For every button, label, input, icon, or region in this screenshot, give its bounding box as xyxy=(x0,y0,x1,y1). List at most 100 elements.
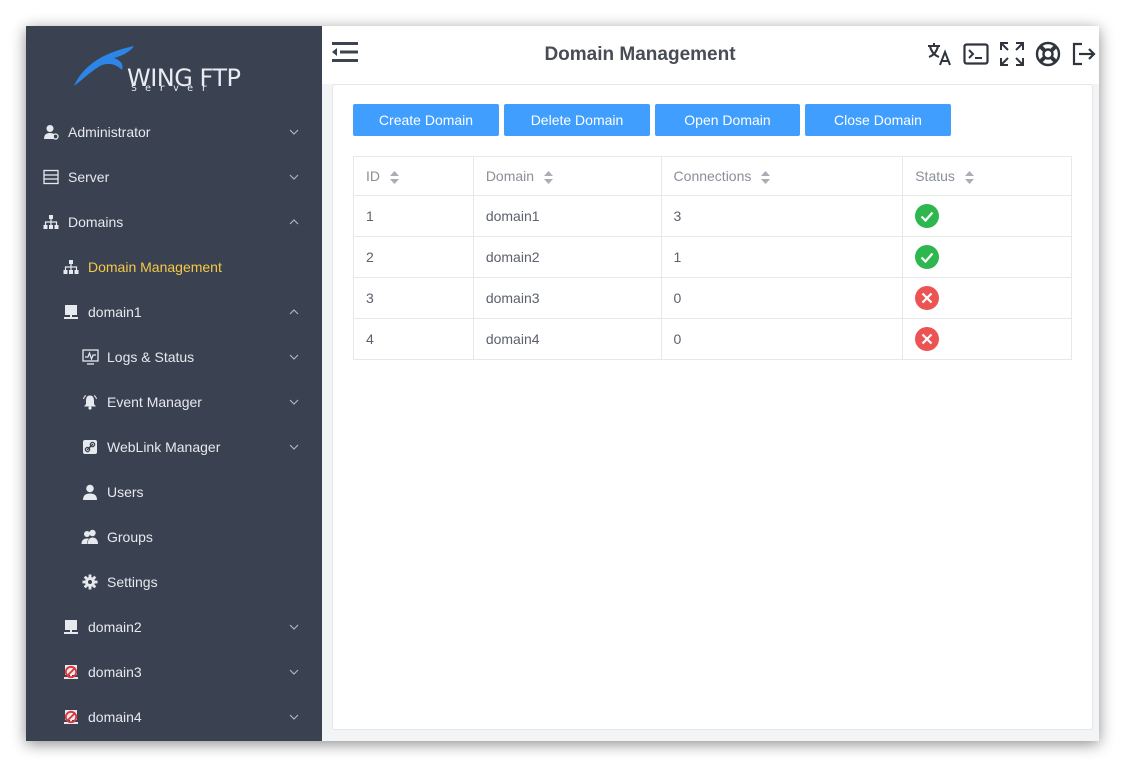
help-lifebuoy-icon[interactable] xyxy=(1030,39,1066,69)
user-icon xyxy=(81,483,99,501)
sidebar-item-label: Domain Management xyxy=(88,258,222,275)
sidebar-item-label: Logs & Status xyxy=(107,348,195,365)
console-icon[interactable] xyxy=(958,39,994,69)
chevron-down-icon xyxy=(288,174,300,180)
translate-icon[interactable] xyxy=(922,39,958,69)
sidebar-item-groups[interactable]: Groups xyxy=(26,514,322,559)
chevron-down-icon xyxy=(288,399,300,405)
sidebar-item-label: domain1 xyxy=(88,303,142,320)
cell-status xyxy=(902,318,1072,360)
domains-tree-icon xyxy=(42,213,60,231)
domains-table: ID Domain Connections Status 1 domain1 3… xyxy=(353,156,1072,360)
sidebar-item-server[interactable]: Server xyxy=(26,154,322,199)
cell-domain: domain3 xyxy=(472,277,662,319)
sidebar-item-label: Administrator xyxy=(68,123,151,140)
sidebar-item-domain2[interactable]: domain2 xyxy=(26,604,322,649)
sort-icon xyxy=(761,170,771,184)
column-header-status[interactable]: Status xyxy=(902,156,1072,196)
cell-domain: domain4 xyxy=(472,318,662,360)
table-row[interactable]: 3 domain3 0 xyxy=(353,277,1072,319)
sidebar-item-event-manager[interactable]: Event Manager xyxy=(26,379,322,424)
sidebar-item-label: Event Manager xyxy=(107,393,202,410)
domain-monitor-icon xyxy=(62,303,80,321)
cell-domain: domain2 xyxy=(472,236,662,278)
app-window: WING FTP Server Administrator Server Dom… xyxy=(26,26,1099,741)
open-domain-button[interactable]: Open Domain xyxy=(655,104,800,136)
content-panel: Create Domain Delete Domain Open Domain … xyxy=(332,84,1093,730)
sidebar-item-domains[interactable]: Domains xyxy=(26,199,322,244)
admin-user-icon xyxy=(42,123,60,141)
sidebar-item-domain-management[interactable]: Domain Management xyxy=(26,244,322,289)
cell-status xyxy=(902,236,1072,278)
sidebar-item-label: domain2 xyxy=(88,618,142,635)
sort-icon xyxy=(964,170,974,184)
cell-domain: domain1 xyxy=(472,195,662,237)
sidebar-item-domain3[interactable]: domain3 xyxy=(26,649,322,694)
server-icon xyxy=(42,168,60,186)
sidebar-item-label: Groups xyxy=(107,528,153,545)
cell-connections: 1 xyxy=(660,236,904,278)
sidebar-item-label: domain3 xyxy=(88,663,142,680)
fullscreen-icon[interactable] xyxy=(994,39,1030,69)
delete-domain-button[interactable]: Delete Domain xyxy=(504,104,650,136)
page-title: Domain Management xyxy=(544,44,736,65)
sidebar-item-label: domain4 xyxy=(88,708,142,725)
group-icon xyxy=(81,528,99,546)
close-domain-button[interactable]: Close Domain xyxy=(805,104,951,136)
chevron-down-icon xyxy=(288,129,300,135)
sidebar-item-domain1[interactable]: domain1 xyxy=(26,289,322,334)
sidebar-item-logs-status[interactable]: Logs & Status xyxy=(26,334,322,379)
sidebar-item-settings[interactable]: Settings xyxy=(26,559,322,604)
sidebar-item-label: Users xyxy=(107,483,144,500)
top-bar: Domain Management xyxy=(322,26,1099,84)
cell-connections: 3 xyxy=(660,195,904,237)
top-toolbar xyxy=(922,39,1099,69)
cell-id: 4 xyxy=(353,318,474,360)
sort-icon xyxy=(389,170,399,184)
table-row[interactable]: 4 domain4 0 xyxy=(353,318,1072,360)
logs-chart-icon xyxy=(81,348,99,366)
column-header-id[interactable]: ID xyxy=(353,156,474,196)
cell-id: 1 xyxy=(353,195,474,237)
brand-subtitle: Server xyxy=(131,83,216,94)
table-row[interactable]: 1 domain1 3 xyxy=(353,195,1072,237)
chevron-down-icon xyxy=(288,714,300,720)
cell-status xyxy=(902,195,1072,237)
chevron-down-icon xyxy=(288,624,300,630)
cell-connections: 0 xyxy=(660,277,904,319)
action-buttons: Create Domain Delete Domain Open Domain … xyxy=(353,104,956,136)
domains-tree-icon xyxy=(62,258,80,276)
sidebar-item-administrator[interactable]: Administrator xyxy=(26,109,322,154)
chevron-up-icon xyxy=(288,218,300,225)
sidebar-item-weblink-manager[interactable]: WebLink Manager xyxy=(26,424,322,469)
sort-icon xyxy=(543,170,553,184)
bell-icon xyxy=(81,393,99,411)
sidebar-item-label: Server xyxy=(68,168,110,185)
status-running-icon xyxy=(915,204,940,228)
cell-status xyxy=(902,277,1072,319)
status-stopped-icon xyxy=(915,327,940,351)
main-area: Domain Management Create Domain Delete D… xyxy=(322,26,1099,741)
sidebar-item-label: Settings xyxy=(107,573,158,590)
table-row[interactable]: 2 domain2 1 xyxy=(353,236,1072,278)
domain-monitor-icon xyxy=(62,618,80,636)
sidebar-item-users[interactable]: Users xyxy=(26,469,322,514)
sidebar-item-label: Domains xyxy=(68,213,124,230)
column-header-domain[interactable]: Domain xyxy=(472,156,662,196)
sidebar: WING FTP Server Administrator Server Dom… xyxy=(26,26,322,741)
cell-id: 3 xyxy=(353,277,474,319)
cell-id: 2 xyxy=(353,236,474,278)
status-running-icon xyxy=(915,245,940,269)
create-domain-button[interactable]: Create Domain xyxy=(353,104,499,136)
cell-connections: 0 xyxy=(660,318,904,360)
chevron-down-icon xyxy=(288,354,300,360)
chevron-down-icon xyxy=(288,444,300,450)
column-header-connections[interactable]: Connections xyxy=(660,156,904,196)
domain-stopped-icon xyxy=(62,663,80,681)
chevron-down-icon xyxy=(288,669,300,675)
brand-logo: WING FTP Server xyxy=(26,26,322,114)
table-header-row: ID Domain Connections Status xyxy=(353,156,1072,196)
chevron-up-icon xyxy=(288,308,300,315)
logout-icon[interactable] xyxy=(1066,39,1099,69)
sidebar-item-domain4[interactable]: domain4 xyxy=(26,694,322,739)
